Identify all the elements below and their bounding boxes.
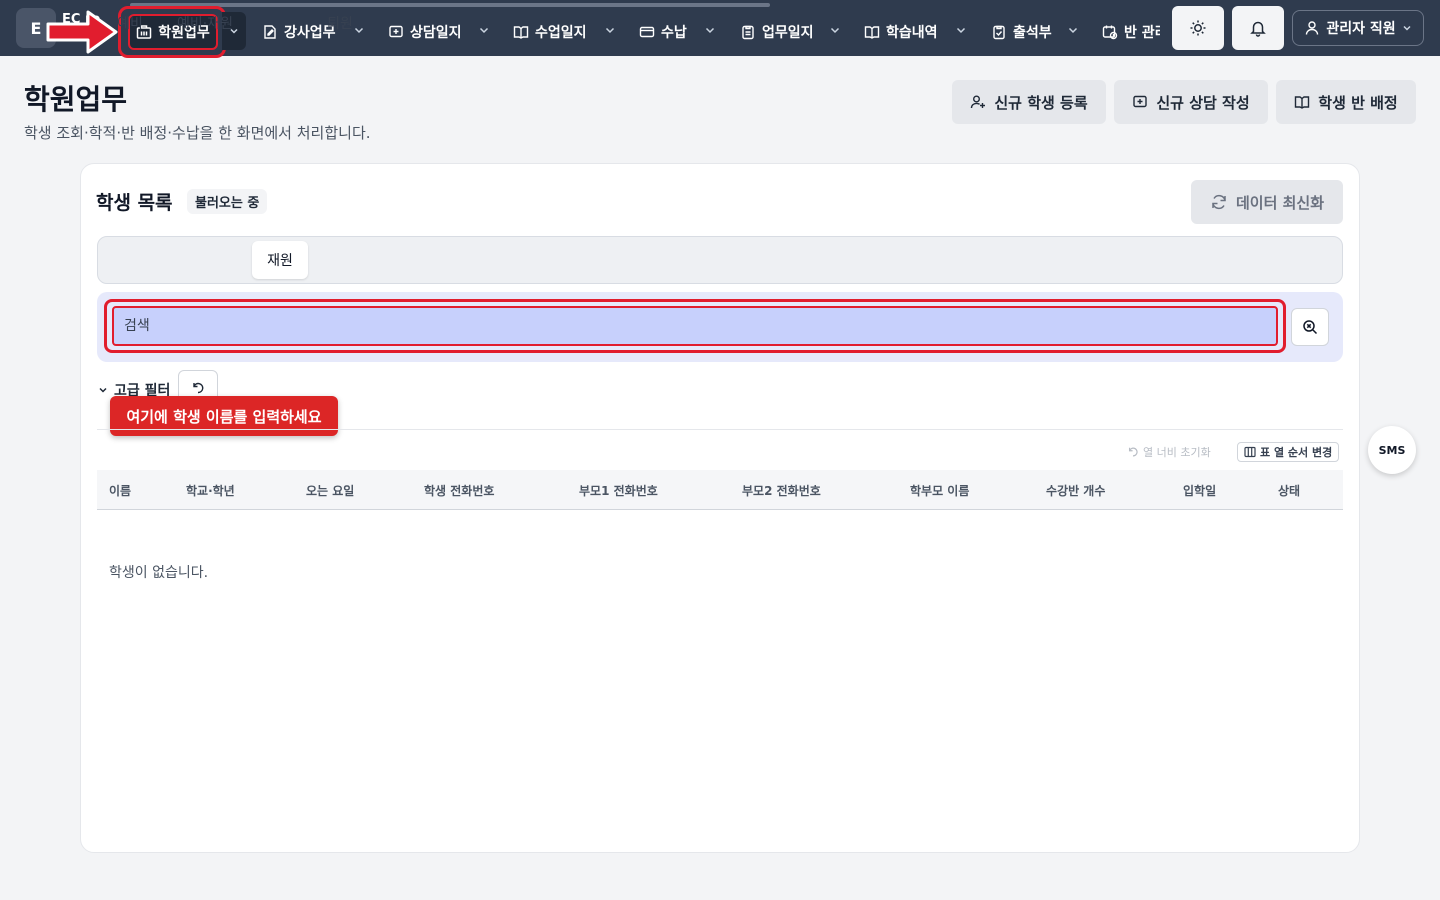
nav-item-label: 업무일지 xyxy=(762,25,814,41)
reset-column-widths-button[interactable]: 열 너비 초기화 xyxy=(1127,442,1211,462)
nav-item-work-log[interactable]: 업무일지 xyxy=(740,18,814,46)
undo-icon xyxy=(1128,447,1138,457)
column-header-school-grade[interactable]: 학교·학년 xyxy=(186,482,235,499)
chevron-down-icon xyxy=(1403,25,1411,31)
page-title: 학원업무 xyxy=(24,83,128,116)
user-plus-icon xyxy=(971,95,986,109)
column-header-days[interactable]: 오는 요일 xyxy=(306,482,354,499)
register-student-label: 신규 학생 등록 xyxy=(994,93,1088,112)
nav-item-label: 상담일지 xyxy=(410,25,462,41)
assign-class-button[interactable]: 학생 반 배정 xyxy=(1276,80,1416,124)
nav-item-class-manage[interactable]: 반 관리 xyxy=(1102,18,1160,46)
refresh-icon xyxy=(1212,194,1226,210)
book-open-icon xyxy=(513,26,529,39)
chevron-down-icon[interactable] xyxy=(704,24,716,36)
nav-item-label: 반 관리 xyxy=(1124,25,1160,41)
user-icon xyxy=(1306,21,1319,35)
column-header-status[interactable]: 상태 xyxy=(1278,482,1300,499)
theme-toggle-button[interactable] xyxy=(1172,6,1224,50)
clipboard-icon xyxy=(742,25,754,40)
clipboard-check-icon xyxy=(993,25,1005,40)
guide-tooltip: 여기에 학생 이름를 입력하세요 xyxy=(110,396,338,436)
page-subtitle: 학생 조회·학적·반 배정·수납을 한 화면에서 처리합니다. xyxy=(24,124,371,142)
nav-item-payment[interactable]: 수납 xyxy=(639,18,687,46)
new-consult-label: 신규 상담 작성 xyxy=(1156,93,1250,112)
message-plus-icon xyxy=(1133,95,1148,108)
column-header-name[interactable]: 이름 xyxy=(109,482,131,499)
change-column-order-label: 표 열 순서 변경 xyxy=(1260,446,1333,459)
nav-item-label: 출석부 xyxy=(1013,25,1052,41)
book-open-icon xyxy=(1295,96,1310,109)
refresh-data-button[interactable]: 데이터 최신화 xyxy=(1191,180,1343,224)
change-column-order-button[interactable]: 표 열 순서 변경 xyxy=(1237,442,1340,462)
search-clear-icon xyxy=(1303,320,1318,335)
tab-prospective-enrolled[interactable]: 예비·재원 xyxy=(164,4,246,42)
nav-item-learning-history[interactable]: 학습내역 xyxy=(864,18,938,46)
chevron-down-icon[interactable] xyxy=(604,24,616,36)
tab-prospective[interactable]: 예비 xyxy=(106,4,154,42)
nav-item-label: 학습내역 xyxy=(886,25,938,41)
column-header-parent-name[interactable]: 학부모 이름 xyxy=(910,482,969,499)
assign-class-label: 학생 반 배정 xyxy=(1318,93,1398,112)
table-header: 이름 학교·학년 오는 요일 학생 전화번호 부모1 전화번호 부모2 전화번호… xyxy=(97,470,1343,510)
nav-item-class-log[interactable]: 수업일지 xyxy=(513,18,587,46)
new-consult-button[interactable]: 신규 상담 작성 xyxy=(1114,80,1268,124)
columns-icon xyxy=(1244,446,1256,458)
book-open-icon xyxy=(864,26,880,39)
search-input[interactable] xyxy=(112,306,1278,346)
sms-button[interactable]: SMS xyxy=(1368,426,1416,474)
sun-icon xyxy=(1190,20,1206,36)
chevron-down-icon xyxy=(99,387,107,393)
column-header-student-phone[interactable]: 학생 전화번호 xyxy=(424,482,494,499)
chevron-down-icon[interactable] xyxy=(478,24,490,36)
chevron-down-icon[interactable] xyxy=(829,24,841,36)
message-plus-icon xyxy=(389,25,403,38)
empty-state-message: 학생이 없습니다. xyxy=(109,565,209,581)
refresh-data-label: 데이터 최신화 xyxy=(1235,193,1325,212)
calendar-clock-icon xyxy=(1102,25,1118,40)
nav-item-label: 수업일지 xyxy=(535,25,587,41)
user-menu-button[interactable]: 관리자 직원 xyxy=(1292,10,1424,46)
column-header-parent1-phone[interactable]: 부모1 전화번호 xyxy=(579,482,658,499)
loading-status-badge: 불러오는 중 xyxy=(187,189,268,214)
chevron-down-icon[interactable] xyxy=(955,24,967,36)
column-header-class-count[interactable]: 수강반 개수 xyxy=(1046,482,1105,499)
column-header-parent2-phone[interactable]: 부모2 전화번호 xyxy=(742,482,821,499)
column-header-enroll-date[interactable]: 입학일 xyxy=(1183,482,1216,499)
section-divider xyxy=(97,429,1343,430)
edit-note-icon xyxy=(264,25,276,39)
reset-column-widths-label: 열 너비 초기화 xyxy=(1143,446,1211,459)
notifications-button[interactable] xyxy=(1232,6,1284,50)
search-button[interactable] xyxy=(1291,308,1329,346)
nav-item-label: 수납 xyxy=(661,25,687,41)
student-list-title: 학생 목록 xyxy=(96,192,173,214)
bell-icon xyxy=(1250,21,1266,37)
undo-icon xyxy=(193,382,204,394)
logo-letter: E xyxy=(30,18,42,38)
user-name: 관리자 직원 xyxy=(1326,21,1396,37)
credit-card-icon xyxy=(639,26,655,38)
chevron-down-icon[interactable] xyxy=(1067,24,1079,36)
nav-item-attendance[interactable]: 출석부 xyxy=(991,18,1052,46)
tab-enrolled[interactable]: 재원 xyxy=(252,241,308,279)
nav-item-consult-log[interactable]: 상담일지 xyxy=(388,18,462,46)
tab-withdrawn[interactable]: 퇴원 xyxy=(316,4,364,42)
register-student-button[interactable]: 신규 학생 등록 xyxy=(952,80,1106,124)
